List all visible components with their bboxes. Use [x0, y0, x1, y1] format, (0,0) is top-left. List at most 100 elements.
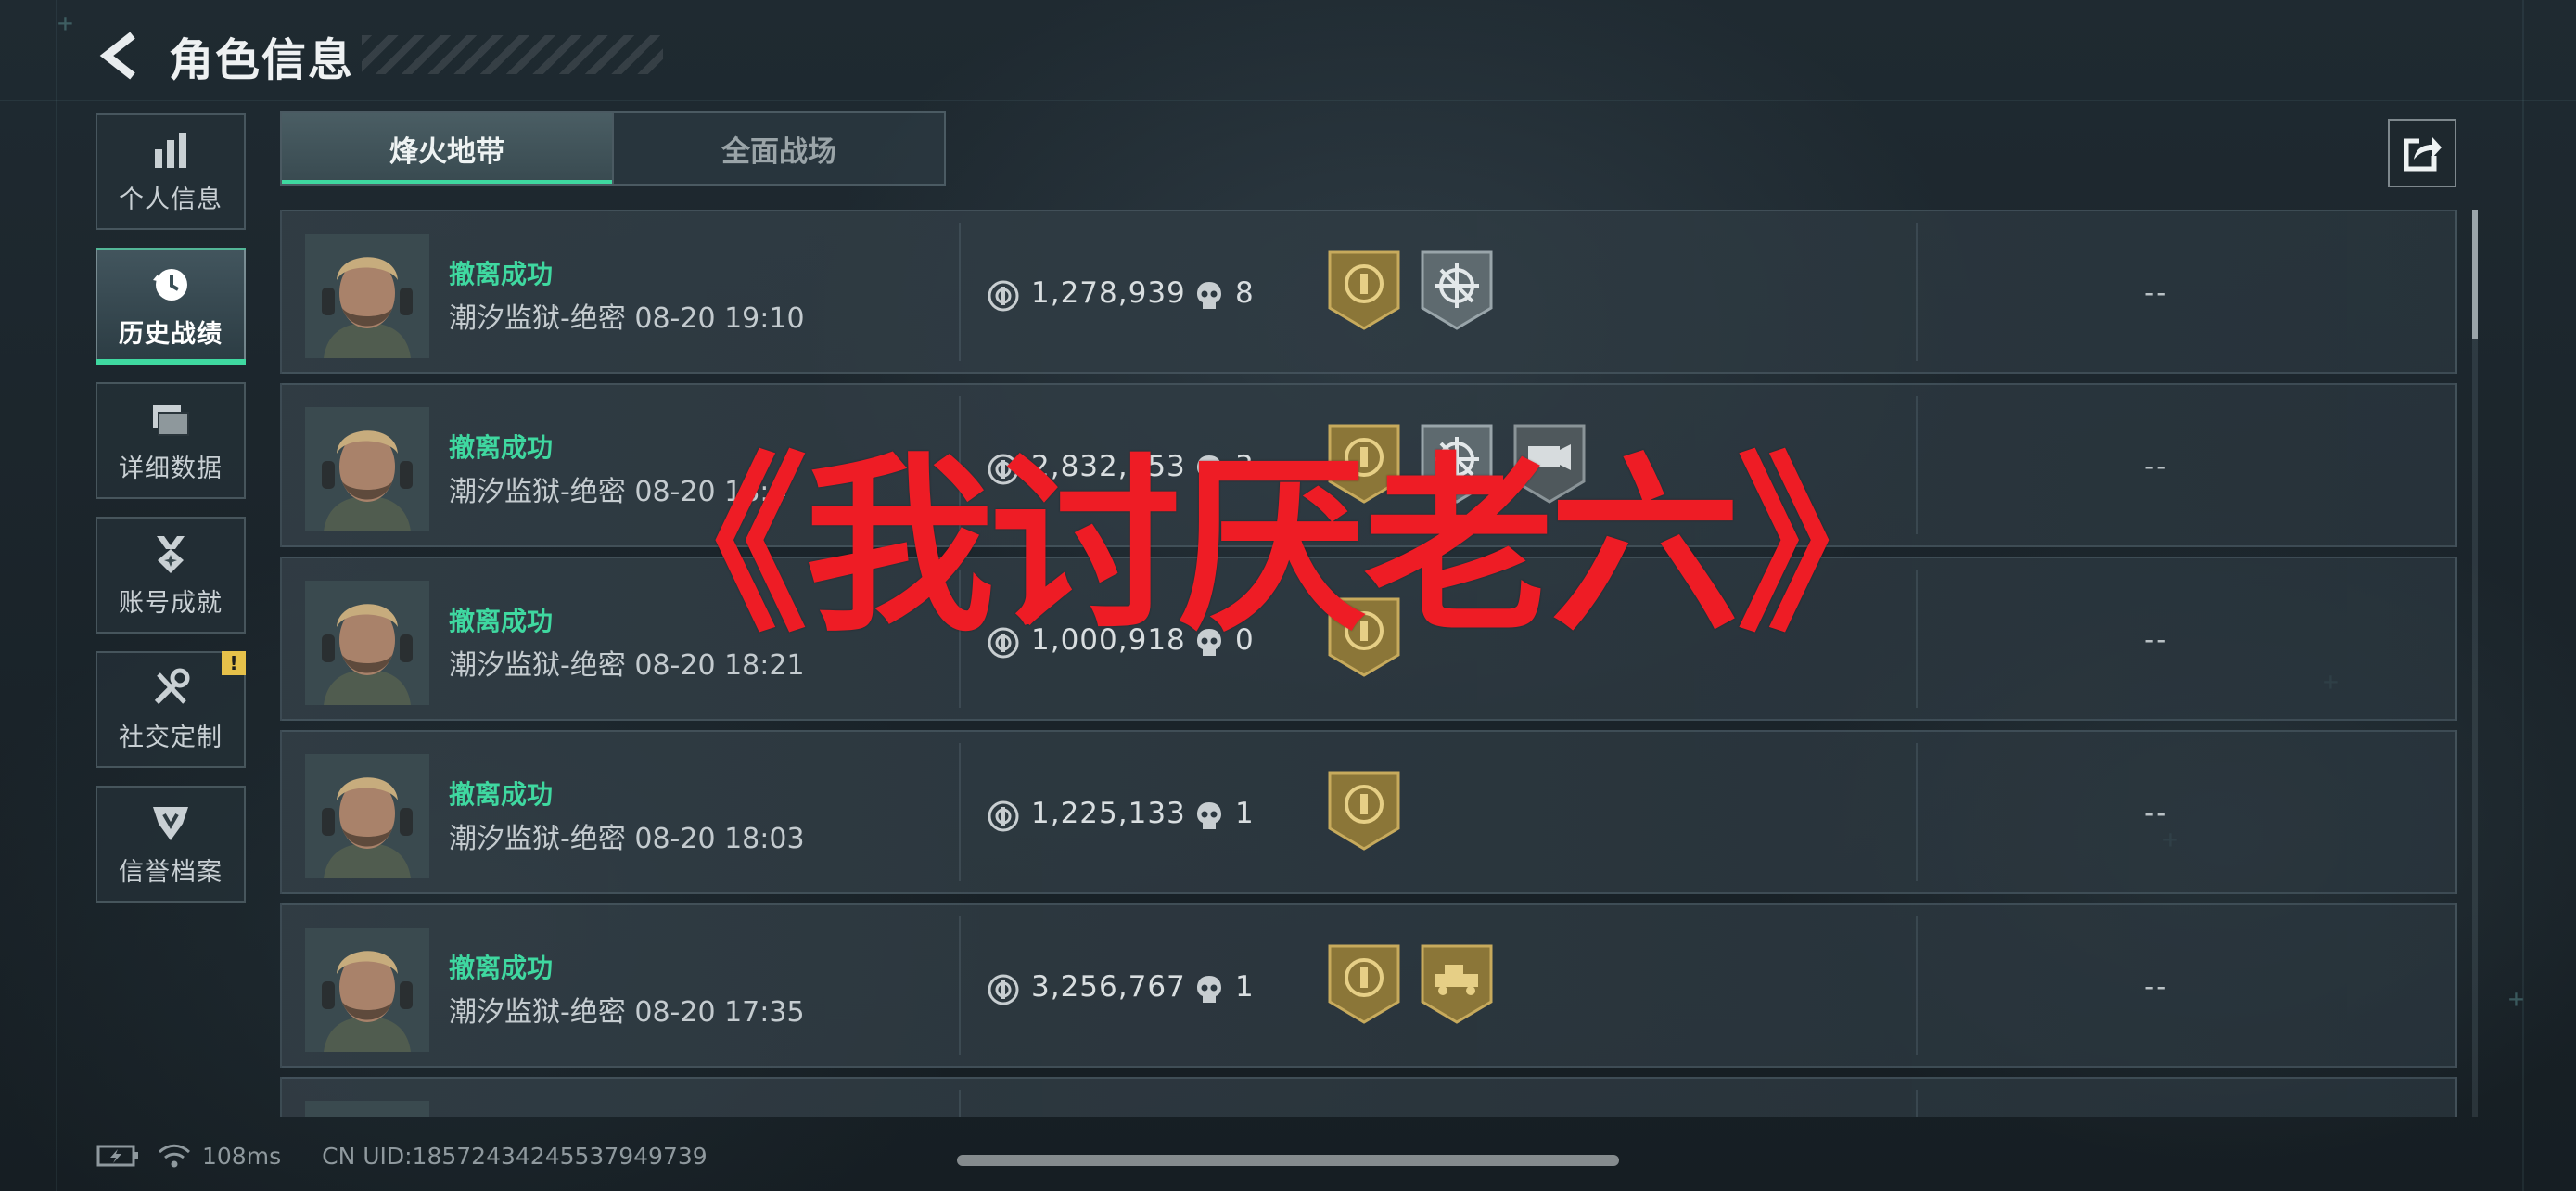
gold-emblem-badge-icon[interactable] — [1326, 422, 1402, 506]
column-divider — [959, 743, 961, 881]
skull-icon — [1197, 802, 1221, 829]
sidebar-item-label: 账号成就 — [119, 588, 223, 618]
header: 角色信息 — [93, 19, 663, 93]
extra-value: -- — [2144, 623, 2169, 657]
coin-icon — [988, 627, 1019, 659]
map-and-time: 潮汐监狱-绝密 08-20 18:21 — [449, 649, 805, 682]
map-and-time: 潮汐监狱-绝密 08-20 19:10 — [449, 302, 805, 335]
title-decoration — [362, 35, 663, 74]
match-result: 撤离成功 — [449, 606, 554, 636]
match-row[interactable]: 撤离成功 潮汐监狱-绝密 08-20 18:21 1,000,918 0 -- — [280, 557, 2457, 721]
sidebar-item-label: 信誉档案 — [119, 857, 223, 887]
match-result: 撤离成功 — [449, 779, 554, 810]
ping-value: 108ms — [202, 1142, 282, 1170]
tools-icon — [154, 668, 190, 704]
column-divider — [959, 570, 961, 708]
sidebar-item-achievements[interactable]: 账号成就 — [96, 517, 246, 634]
operator-avatar — [305, 928, 429, 1052]
scrollbar-track[interactable] — [2472, 210, 2478, 1117]
skull-icon — [1197, 455, 1221, 482]
tab-all-out-warfare[interactable]: 全面战场 — [612, 113, 944, 184]
sidebar-item-profile[interactable]: 个人信息 — [96, 113, 246, 230]
crosshair-badge-icon[interactable] — [1419, 422, 1495, 506]
crosshair-badge-icon[interactable] — [1419, 249, 1495, 332]
kill-count: 1 — [1235, 970, 1254, 1004]
operator-portrait-icon — [305, 1101, 429, 1117]
medal-icon — [157, 535, 185, 573]
kill-count: 0 — [1235, 623, 1254, 657]
extra-value: -- — [2144, 970, 2169, 1004]
column-divider — [1916, 396, 1918, 534]
share-button[interactable] — [2388, 119, 2456, 187]
emblem-icon — [153, 806, 188, 840]
extract-value: 1,000,918 — [1031, 623, 1186, 657]
map-and-time: 潮汐监狱-绝密 08-20 18:4 — [449, 476, 787, 508]
coin-icon — [988, 800, 1019, 832]
share-icon — [2404, 137, 2442, 172]
deco-plus-icon: + — [2508, 983, 2524, 1014]
kill-count: 1 — [1235, 797, 1254, 830]
match-result: 撤离成功 — [449, 432, 554, 463]
player-uid: CN UID:18572434245537949739 — [322, 1142, 708, 1170]
history-clock-icon — [153, 268, 187, 301]
notice-badge: ! — [222, 651, 246, 675]
kill-count: 3 — [1235, 450, 1254, 483]
gold-emblem-badge-icon[interactable] — [1326, 942, 1402, 1026]
home-indicator[interactable] — [957, 1155, 1619, 1166]
wifi-icon — [158, 1144, 191, 1168]
sidebar-item-label: 社交定制 — [119, 723, 223, 752]
screen: + + + + 角色信息 个人信息 历史战绩 — [0, 0, 2576, 1191]
gold-emblem-badge-icon[interactable] — [1326, 596, 1402, 679]
sidebar-item-reputation[interactable]: 信誉档案 — [96, 786, 246, 903]
tab-hazard-zone[interactable]: 烽火地带 — [282, 113, 612, 184]
folder-icon — [153, 404, 189, 436]
match-result: 撤离成功 — [449, 259, 554, 289]
coin-icon — [988, 974, 1019, 1005]
operator-portrait-icon — [305, 407, 429, 531]
extra-value: -- — [2144, 276, 2169, 310]
column-divider — [959, 396, 961, 534]
sidebar-item-history[interactable]: 历史战绩 — [96, 248, 246, 365]
coin-icon — [988, 280, 1019, 312]
deco-plus-icon: + — [57, 7, 73, 38]
skull-icon — [1197, 976, 1221, 1003]
sidebar-item-label: 个人信息 — [119, 185, 223, 214]
back-button[interactable] — [93, 23, 148, 88]
match-row[interactable]: 撤离成功 潮汐监狱-绝密 08-20 17:35 3,256,767 1 -- — [280, 903, 2457, 1068]
column-divider — [1916, 223, 1918, 361]
back-arrow-icon — [99, 32, 135, 80]
extract-value: 1,278,939 — [1031, 276, 1186, 310]
column-divider — [1916, 916, 1918, 1055]
map-and-time: 潮汐监狱-绝密 08-20 18:03 — [449, 823, 805, 855]
column-divider — [1916, 570, 1918, 708]
operator-portrait-icon — [305, 928, 429, 1052]
gold-vehicle-badge-icon[interactable] — [1419, 942, 1495, 1026]
scrollbar-thumb[interactable] — [2472, 210, 2478, 339]
match-row[interactable]: 撤离成功 潮汐监狱-绝密 08-20 18:03 1,225,133 1 -- — [280, 730, 2457, 894]
sidebar-item-details[interactable]: 详细数据 — [96, 382, 246, 499]
operator-portrait-icon — [305, 581, 429, 705]
operator-avatar — [305, 1101, 429, 1117]
gold-emblem-badge-icon[interactable] — [1326, 769, 1402, 852]
column-divider — [1916, 743, 1918, 881]
match-row[interactable] — [280, 1077, 2457, 1117]
match-row[interactable]: 撤离成功 潮汐监狱-绝密 08-20 18:4 2,832,353 3 -- — [280, 383, 2457, 547]
sidebar-item-social[interactable]: ! 社交定制 — [96, 651, 246, 768]
gear-badge-icon[interactable] — [1511, 422, 1588, 506]
sidebar: 个人信息 历史战绩 详细数据 账号成就 ! 社交定制 信誉档案 — [96, 113, 248, 920]
extract-value: 2,832,353 — [1031, 450, 1186, 483]
operator-avatar — [305, 754, 429, 878]
mode-tabs: 烽火地带 全面战场 — [280, 111, 946, 186]
column-divider — [959, 916, 961, 1055]
kill-count: 8 — [1235, 276, 1254, 310]
column-divider — [959, 1090, 961, 1117]
extra-value: -- — [2144, 450, 2169, 483]
operator-portrait-icon — [305, 234, 429, 358]
gold-emblem-badge-icon[interactable] — [1326, 249, 1402, 332]
match-history-list: 撤离成功 潮汐监狱-绝密 08-20 19:10 1,278,939 8 -- … — [280, 210, 2459, 1117]
deco-line — [0, 100, 2576, 101]
map-and-time: 潮汐监狱-绝密 08-20 17:35 — [449, 996, 805, 1029]
extract-value: 3,256,767 — [1031, 970, 1186, 1004]
match-row[interactable]: 撤离成功 潮汐监狱-绝密 08-20 19:10 1,278,939 8 -- — [280, 210, 2457, 374]
operator-portrait-icon — [305, 754, 429, 878]
